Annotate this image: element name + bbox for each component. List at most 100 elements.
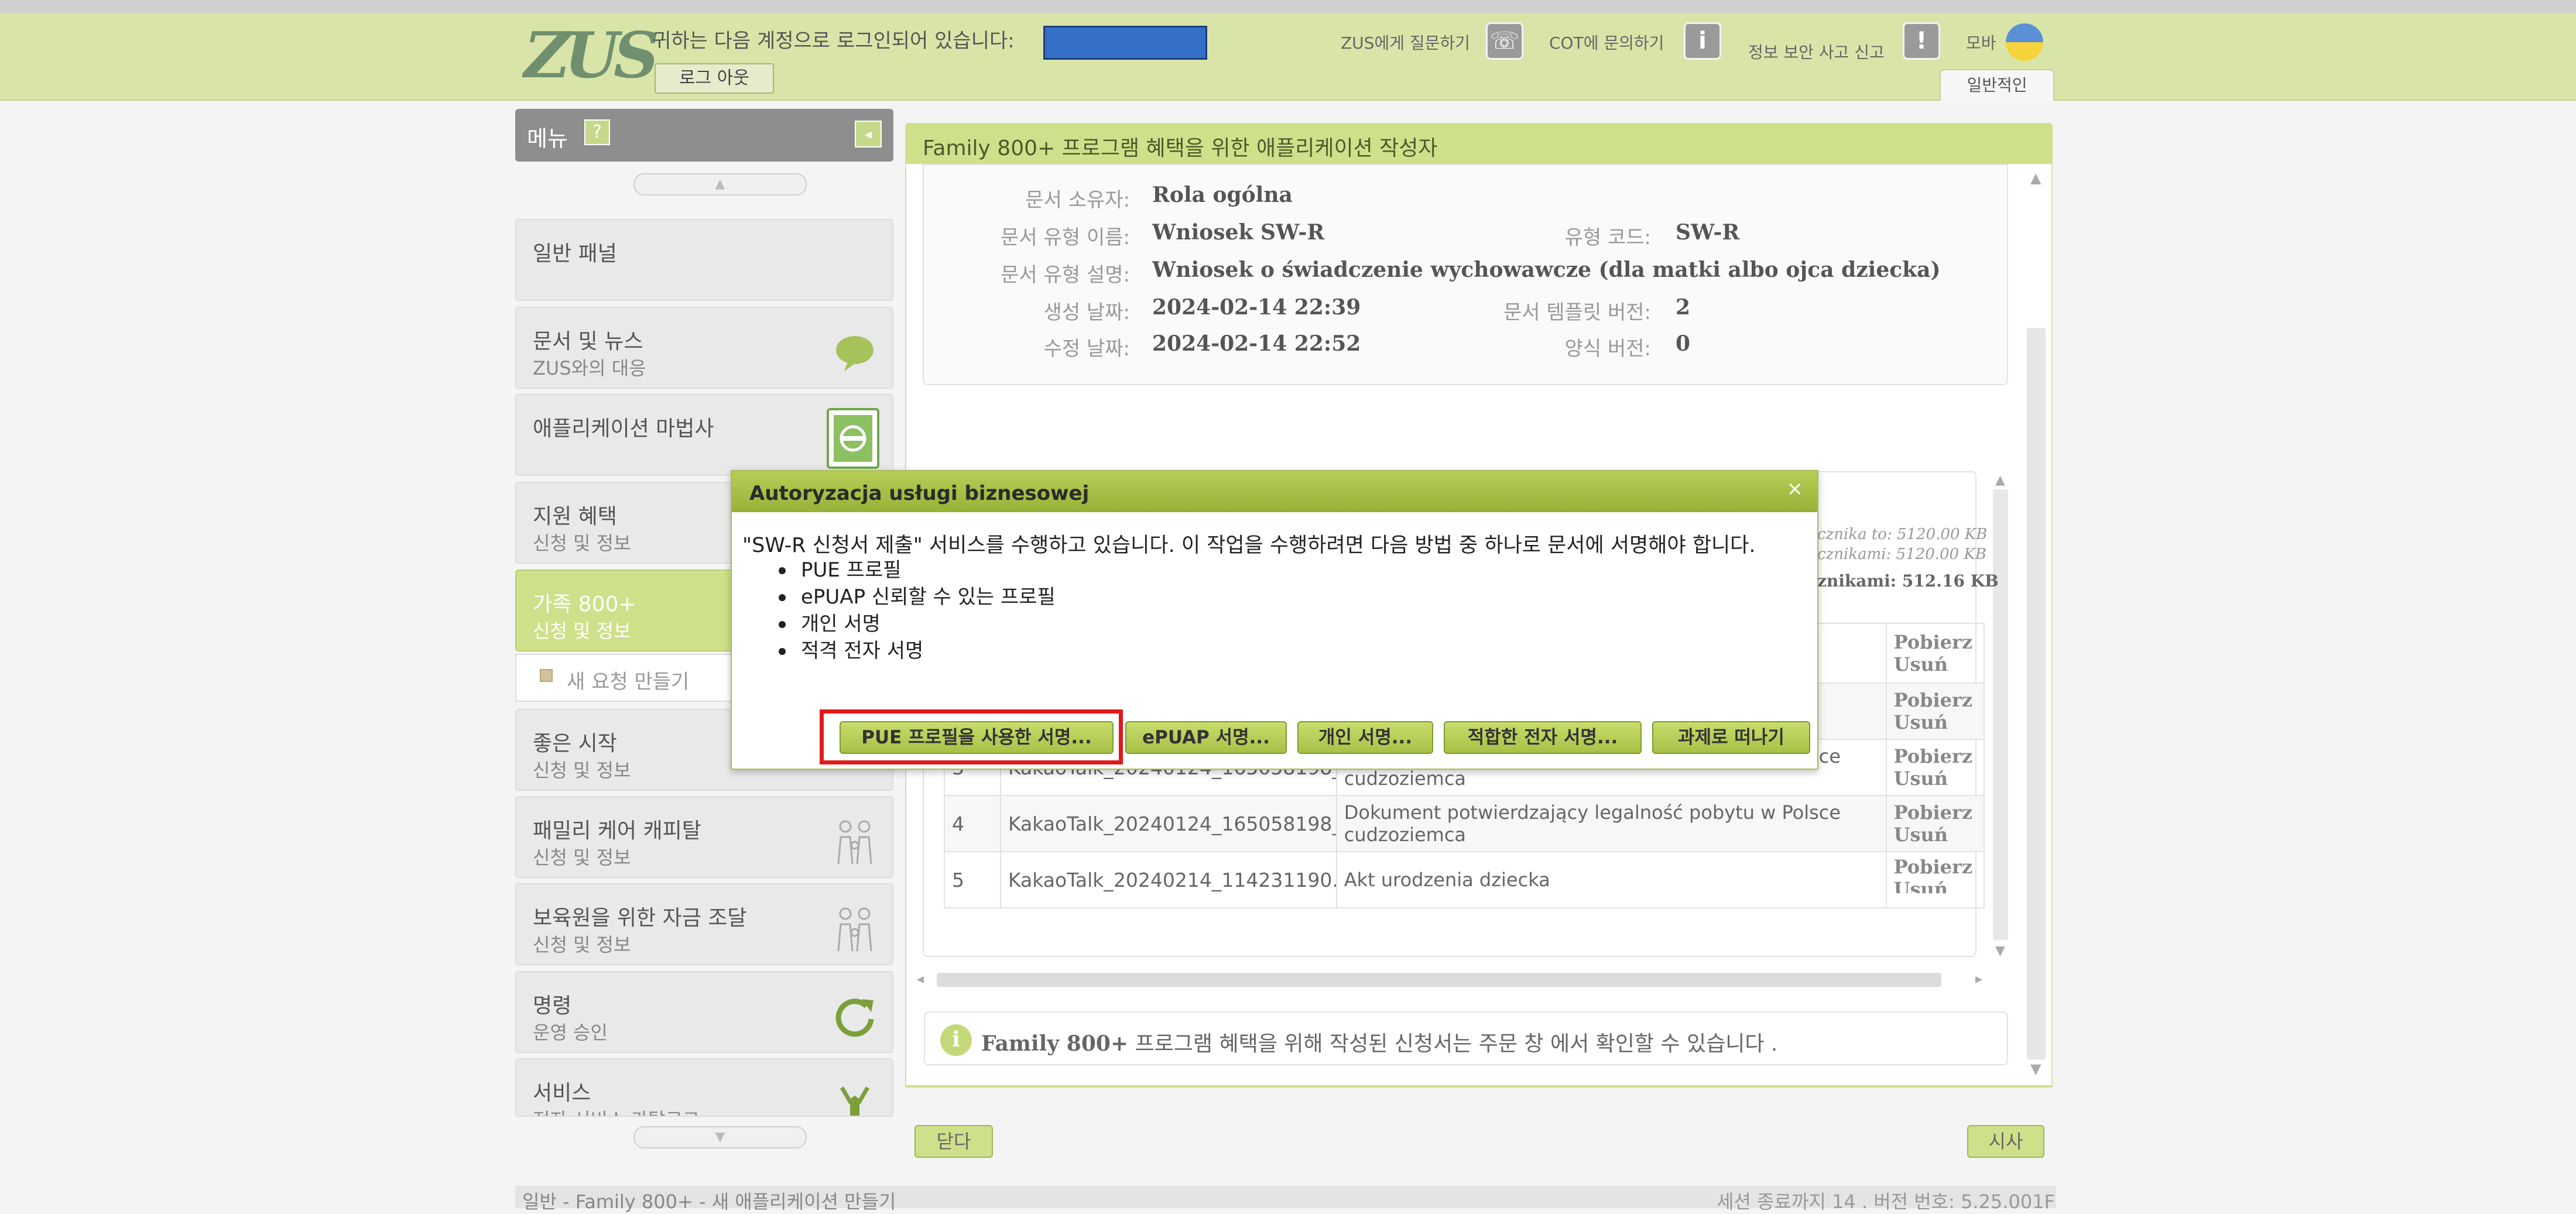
- close-icon[interactable]: ×: [1787, 477, 1804, 500]
- template-version-label: 문서 템플릿 버전:: [1503, 301, 1651, 324]
- ask-zus-link[interactable]: ZUS에게 질문하기: [1341, 30, 1470, 54]
- sidebar-item-orders[interactable]: 명령 운영 승인: [515, 971, 893, 1053]
- sidebar-item-nursery-funding[interactable]: 보육원을 위한 자금 조달 신청 및 정보: [515, 883, 893, 965]
- modified-value: 2024-02-14 22:52: [1152, 331, 1361, 356]
- highlight-box: [820, 709, 1123, 764]
- close-button[interactable]: 닫다: [914, 1125, 993, 1158]
- type-code-label: 유형 코드:: [1564, 226, 1651, 249]
- sidebar-item-general-panel[interactable]: 일반 패널: [515, 219, 893, 301]
- type-code-value: SW-R: [1676, 220, 1740, 245]
- delete-link[interactable]: Usuń: [1894, 824, 1976, 846]
- sidebar-item-family-care-capital[interactable]: 패밀리 케어 캐피탈 신청 및 정보: [515, 796, 893, 878]
- status-breadcrumb: 일반 - Family 800+ - 새 애플리케이션 만들기: [522, 1191, 896, 1213]
- family-icon: [837, 820, 872, 865]
- menu-title: 메뉴: [527, 126, 568, 152]
- form-version-value: 0: [1676, 331, 1691, 356]
- speech-bubble-icon: [836, 336, 873, 371]
- zus-logo[interactable]: ZUS: [524, 23, 659, 88]
- list-item: 적격 전자 서명: [779, 637, 1056, 664]
- size-note-2: cznikami: 5120.00 KB: [1817, 546, 1986, 563]
- doc-type-name-label: 문서 유형 이름:: [1001, 226, 1130, 249]
- list-item: ePUAP 신뢰할 수 있는 프로필: [779, 584, 1056, 611]
- tools-icon: [840, 1086, 870, 1116]
- signing-methods-list: PUE 프로필 ePUAP 신뢰할 수 있는 프로필 개인 서명 적격 전자 서…: [779, 557, 1056, 664]
- alert-icon[interactable]: !: [1903, 22, 1940, 60]
- sidebar-item-application-wizard[interactable]: 애플리케이션 마법사: [515, 394, 893, 476]
- template-version-value: 2: [1676, 295, 1691, 320]
- created-value: 2024-02-14 22:39: [1152, 295, 1361, 320]
- refresh-icon: [835, 999, 874, 1037]
- list-item: PUE 프로필: [779, 557, 1056, 584]
- dialog-header: Autoryzacja usługi biznesowej ×: [732, 471, 1817, 512]
- sidebar-scroll-down[interactable]: ▼: [633, 1126, 807, 1148]
- user-account-box: [1043, 26, 1207, 60]
- info-note-text: Family 800+ 프로그램 혜택을 위해 작성된 신청서는 주문 창 에서…: [981, 1031, 1778, 1056]
- doc-owner-value: Rola ogólna: [1152, 183, 1293, 207]
- table-cell-no: 5: [944, 851, 1001, 908]
- sidebar-scroll-up[interactable]: ▲: [633, 173, 807, 196]
- report-incident-link[interactable]: 정보 보안 사고 신고: [1748, 40, 1885, 63]
- ukraine-flag-icon[interactable]: [2006, 23, 2043, 61]
- dialog-title: Autoryzacja usługi biznesowej: [749, 482, 1090, 505]
- created-label: 생성 날짜:: [1043, 301, 1130, 324]
- info-circle-icon: i: [940, 1024, 972, 1056]
- download-link[interactable]: Pobierz: [1894, 689, 1976, 711]
- dialog-message: "SW-R 신청서 제출" 서비스를 수행하고 있습니다. 이 작업을 수행하려…: [742, 534, 1756, 557]
- collapse-menu-icon[interactable]: ◂: [855, 121, 882, 148]
- square-bullet-icon: [540, 669, 553, 682]
- sign-with-epuap-button[interactable]: ePUAP 서명...: [1125, 721, 1287, 754]
- preview-button[interactable]: 시사: [1967, 1125, 2044, 1158]
- scroll-right-arrow-icon[interactable]: ▸: [1975, 970, 1982, 987]
- logout-button[interactable]: 로그 아웃: [655, 63, 774, 94]
- inner-scroll-down-icon[interactable]: ▼: [1995, 944, 2005, 958]
- family-icon: [837, 907, 872, 952]
- table-cell-no: 4: [944, 795, 1001, 852]
- table-cell-file: KakaoTalk_20240214_114231190.jp: [999, 851, 1337, 908]
- inner-scroll-up-icon[interactable]: ▲: [1995, 473, 2005, 488]
- list-item: 개인 서명: [779, 611, 1056, 637]
- horizontal-scrollbar[interactable]: [937, 973, 1941, 987]
- doc-owner-label: 문서 소유자:: [1025, 188, 1130, 212]
- download-link[interactable]: Pobierz: [1894, 801, 1976, 824]
- page-title: Family 800+ 프로그램 혜택을 위한 애플리케이션 작성자: [923, 136, 1438, 160]
- sidebar-item-services[interactable]: 서비스 전자 서비스 카탈로그: [515, 1058, 893, 1117]
- main-vertical-scrollbar[interactable]: [2027, 328, 2046, 1059]
- header-bar: [0, 13, 2576, 101]
- mobile-link[interactable]: 모바: [1966, 30, 1996, 54]
- download-link[interactable]: Pobierz: [1894, 856, 1976, 878]
- table-row: 5 KakaoTalk_20240214_114231190.jp Akt ur…: [944, 851, 1985, 908]
- modified-label: 수정 날짜:: [1043, 337, 1130, 361]
- personal-signature-button[interactable]: 개인 서명...: [1297, 721, 1433, 754]
- download-link[interactable]: Pobierz: [1894, 745, 1976, 767]
- scroll-left-arrow-icon[interactable]: ◂: [917, 970, 924, 987]
- delete-link[interactable]: Usuń: [1894, 653, 1976, 675]
- chat-icon[interactable]: ☏: [1486, 22, 1523, 60]
- size-note-3: znikami: 512.16 KB: [1817, 571, 1999, 591]
- table-cell-file: KakaoTalk_20240124_165058198_0: [999, 795, 1337, 852]
- browser-top-strip: [0, 0, 2576, 13]
- size-note-1: cznika to: 5120.00 KB: [1817, 526, 1988, 543]
- delete-link[interactable]: Usuń: [1894, 767, 1976, 790]
- main-header: Family 800+ 프로그램 혜택을 위한 애플리케이션 작성자: [905, 123, 2053, 164]
- delete-link[interactable]: Usuń: [1894, 711, 1976, 733]
- info-icon[interactable]: i: [1684, 22, 1721, 60]
- inner-scrollbar-track[interactable]: [1993, 489, 2008, 940]
- menu-header: 메뉴 ? ◂: [515, 109, 893, 162]
- table-row: 4 KakaoTalk_20240124_165058198_0 Dokumen…: [944, 795, 1985, 852]
- leave-to-tasks-button[interactable]: 과제로 떠나기: [1652, 721, 1810, 754]
- sidebar-item-documents-news[interactable]: 문서 및 뉴스 ZUS와의 대응: [515, 307, 893, 389]
- menu-help-icon[interactable]: ?: [584, 119, 610, 145]
- download-link[interactable]: Pobierz: [1894, 631, 1976, 653]
- contact-cot-link[interactable]: COT에 문의하기: [1549, 30, 1664, 54]
- delete-link[interactable]: Usuń: [1894, 878, 1976, 893]
- scroll-down-arrow-icon[interactable]: ▼: [2030, 1061, 2041, 1077]
- table-cell-desc: Dokument potwierdzający legalność pobytu…: [1335, 795, 1887, 852]
- doc-type-desc-label: 문서 유형 설명:: [1001, 263, 1130, 287]
- table-cell-desc: Akt urodzenia dziecka: [1335, 851, 1887, 908]
- tab-general[interactable]: 일반적인: [1940, 69, 2054, 101]
- doc-type-name-value: Wniosek SW-R: [1152, 220, 1325, 245]
- scroll-up-arrow-icon[interactable]: ▲: [2030, 170, 2041, 186]
- qualified-signature-button[interactable]: 적합한 전자 서명...: [1444, 721, 1642, 754]
- status-session-version: 세션 종료까지 14 . 버전 번호: 5.25.001F: [1716, 1191, 2055, 1213]
- wizard-document-icon: [827, 408, 879, 469]
